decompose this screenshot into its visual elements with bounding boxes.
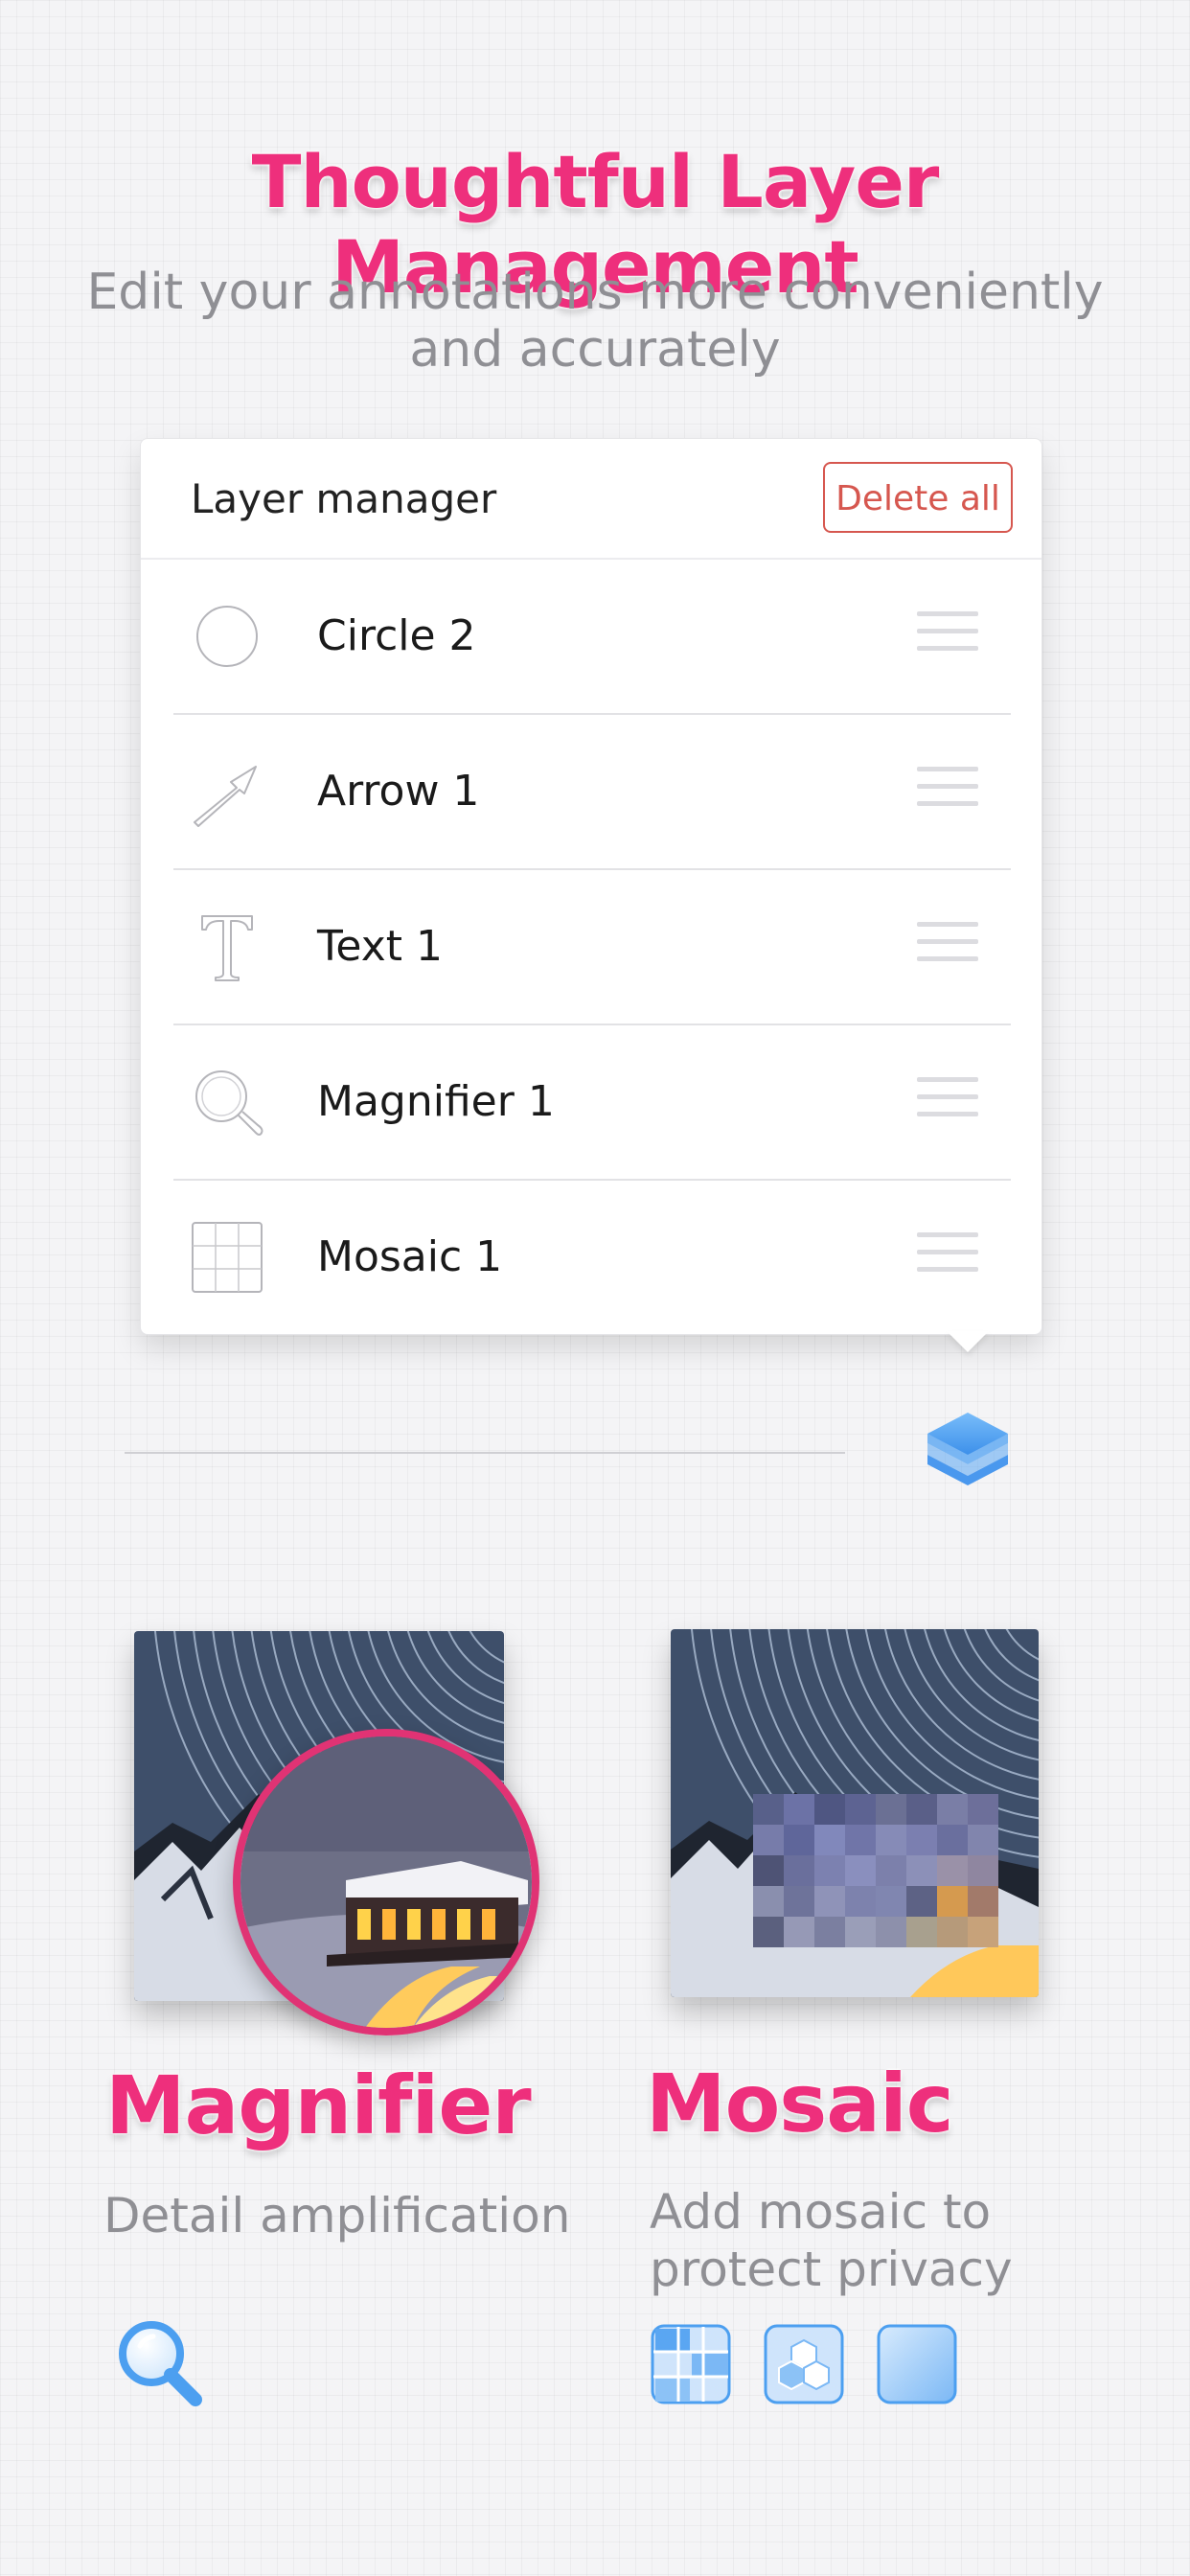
text-icon xyxy=(201,915,253,981)
toolbar-divider xyxy=(125,1452,845,1454)
delete-all-button[interactable]: Delete all xyxy=(823,462,1013,533)
magnifier-icon xyxy=(195,1070,263,1136)
mosaic-feature-description: Add mosaic to protect privacy xyxy=(650,2183,1013,2298)
layer-manager-header: Layer manager Delete all xyxy=(141,439,1041,560)
layer-row-text[interactable]: Text 1 xyxy=(173,870,1011,1025)
layer-label: Mosaic 1 xyxy=(317,1232,503,1281)
magnified-cabin-image xyxy=(240,1736,532,2028)
drag-handle-icon[interactable] xyxy=(917,1077,978,1125)
layer-row-mosaic[interactable]: Mosaic 1 xyxy=(173,1181,1011,1334)
layer-row-circle[interactable]: Circle 2 xyxy=(173,560,1011,715)
mosaic-blur-icon[interactable] xyxy=(876,2323,958,2405)
mosaic-sample-image xyxy=(671,1629,1039,1997)
layer-row-magnifier[interactable]: Magnifier 1 xyxy=(173,1025,1011,1181)
subhead-line-1: Edit your annotations more conveniently xyxy=(86,264,1104,321)
popover-pointer xyxy=(947,1331,989,1352)
magnifier-feature-description: Detail amplification xyxy=(103,2188,571,2243)
circle-icon xyxy=(196,606,258,667)
layer-label: Circle 2 xyxy=(317,611,476,660)
layer-manager-title: Layer manager xyxy=(191,475,497,522)
layer-manager-panel: Layer manager Delete all Circle 2 Arrow … xyxy=(140,438,1042,1335)
drag-handle-icon[interactable] xyxy=(917,922,978,970)
magnifier-feature-title: Magnifier xyxy=(105,2058,532,2152)
subhead-line-2: and accurately xyxy=(409,321,781,379)
mosaic-hexagon-icon[interactable] xyxy=(763,2323,845,2405)
drag-handle-icon[interactable] xyxy=(917,611,978,659)
layer-row-arrow[interactable]: Arrow 1 xyxy=(173,715,1011,870)
page-subheadline: Edit your annotations more conveniently … xyxy=(0,264,1190,379)
layer-label: Text 1 xyxy=(317,922,443,971)
drag-handle-icon[interactable] xyxy=(917,1232,978,1280)
mosaic-description-line-2: protect privacy xyxy=(650,2242,1013,2297)
layer-label: Arrow 1 xyxy=(317,767,480,816)
mosaic-photo xyxy=(671,1629,1039,1997)
arrow-icon xyxy=(194,766,257,827)
mosaic-description-line-1: Add mosaic to xyxy=(650,2184,992,2240)
mosaic-feature-title: Mosaic xyxy=(646,2057,954,2150)
mosaic-icon xyxy=(192,1222,263,1293)
layers-icon[interactable] xyxy=(920,1405,1016,1501)
layer-label: Magnifier 1 xyxy=(317,1077,555,1126)
magnifier-tool-icon[interactable] xyxy=(113,2315,209,2411)
mosaic-grid-icon[interactable] xyxy=(650,2323,732,2405)
magnifier-lens xyxy=(233,1729,539,2036)
drag-handle-icon[interactable] xyxy=(917,767,978,815)
